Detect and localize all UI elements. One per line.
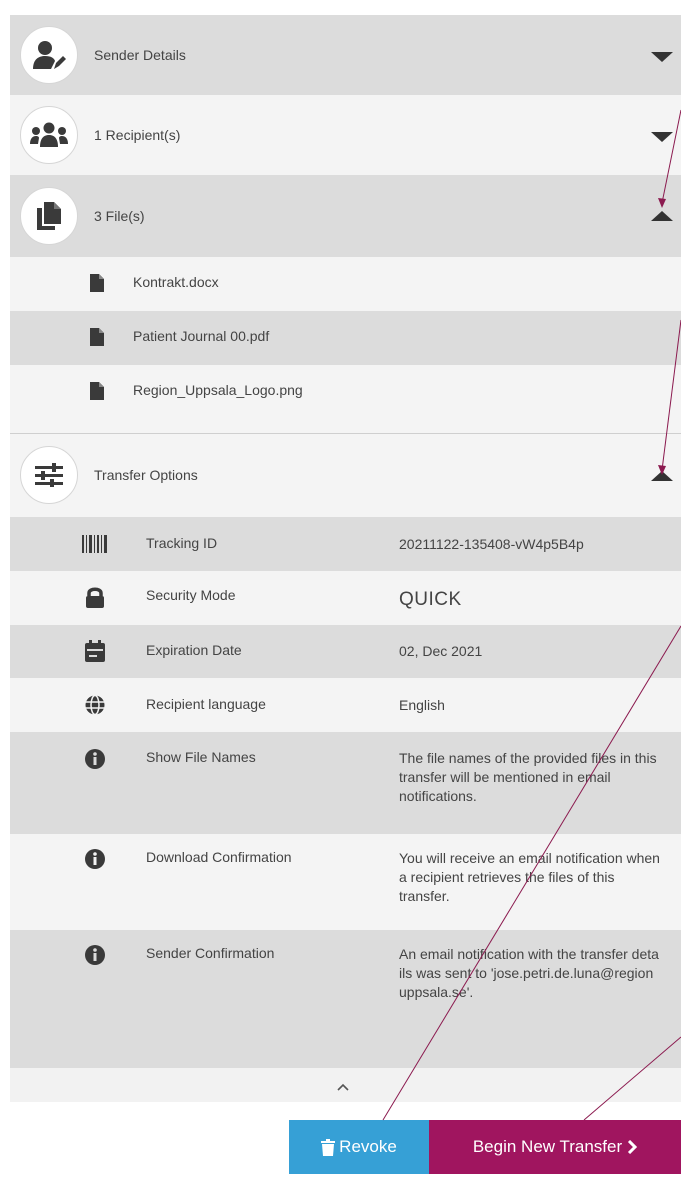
chevron-down-icon[interactable] [651,132,673,142]
option-label: Sender Confirmation [146,945,275,961]
revoke-button[interactable]: Revoke [289,1120,429,1174]
begin-new-transfer-label: Begin New Transfer [472,1137,623,1156]
recipients-label: 1 Recipient(s) [94,127,181,143]
file-name: Kontrakt.docx [133,274,219,290]
file-icon [90,382,104,400]
sliders-icon [35,463,63,487]
section-files[interactable]: 3 File(s) [10,175,681,257]
section-recipients[interactable]: 1 Recipient(s) [10,95,681,175]
file-row: Patient Journal 00.pdf [10,311,681,365]
option-label: Tracking ID [146,535,218,551]
file-icon [90,274,104,292]
chevron-up-icon[interactable] [651,211,673,221]
user-edit-icon [33,41,66,69]
option-label: Security Mode [146,587,236,603]
option-value: English [399,697,445,713]
chevron-down-icon[interactable] [651,52,673,62]
file-name: Region_Uppsala_Logo.png [133,382,303,398]
collapse-bar[interactable] [10,1068,681,1102]
barcode-icon [82,535,107,553]
recipients-circle [20,106,78,164]
chevron-right-icon [628,1140,638,1154]
file-icon [90,328,104,346]
option-row-tracking-id: Tracking ID 20211122-135408-vW4p5B4p [10,517,681,571]
option-row-recipient-language: Recipient language English [10,678,681,732]
sender-avatar-circle [20,26,78,84]
sender-details-label: Sender Details [94,47,186,63]
file-row: Kontrakt.docx [10,257,681,311]
files-circle [20,187,78,245]
files-icon [37,202,61,230]
option-row-expiration-date: Expiration Date 02, Dec 2021 [10,625,681,678]
option-row-download-confirmation: Download Confirmation You will receive a… [10,834,681,930]
chevron-up-icon[interactable] [651,471,673,481]
file-row: Region_Uppsala_Logo.png [10,365,681,433]
revoke-label: Revoke [339,1137,397,1156]
files-label: 3 File(s) [94,208,145,224]
option-label: Download Confirmation [146,849,292,865]
option-value: An email notification with the transfer … [399,946,659,1000]
calendar-icon [85,640,105,662]
lock-icon [86,587,104,608]
option-row-sender-confirmation: Sender Confirmation An email notificatio… [10,930,681,1068]
info-icon [85,945,105,965]
option-label: Recipient language [146,696,266,712]
file-name: Patient Journal 00.pdf [133,328,270,344]
section-sender-details[interactable]: Sender Details [10,15,681,95]
option-value: 20211122-135408-vW4p5B4p [399,536,584,552]
info-icon [85,849,105,869]
trash-icon [321,1138,336,1156]
options-circle [20,446,78,504]
option-value: You will receive an email notification w… [399,850,660,904]
info-icon [85,749,105,769]
users-icon [30,122,68,147]
option-value: The file names of the provided files in … [399,750,657,804]
transfer-options-label: Transfer Options [94,467,198,483]
option-value: QUICK [399,589,462,610]
globe-icon [85,695,105,715]
section-transfer-options[interactable]: Transfer Options [10,433,681,517]
option-label: Expiration Date [146,642,242,658]
begin-new-transfer-button[interactable]: Begin New Transfer [429,1120,681,1174]
option-label: Show File Names [146,749,256,765]
option-row-security-mode: Security Mode QUICK [10,571,681,625]
option-row-show-file-names: Show File Names The file names of the pr… [10,732,681,834]
option-value: 02, Dec 2021 [399,643,483,659]
chevron-up-icon[interactable] [337,1083,349,1091]
